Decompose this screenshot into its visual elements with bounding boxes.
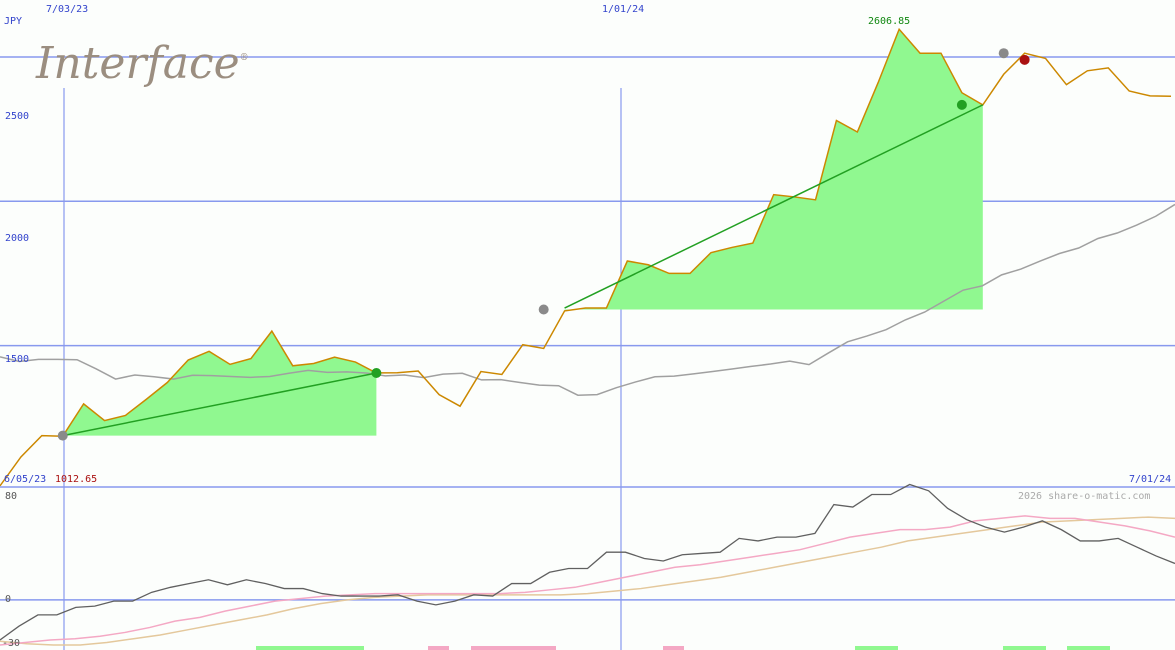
osc-bar-2 (320, 646, 342, 650)
registered-mark: ® (240, 53, 249, 63)
start-value-label: 1012.65 (55, 474, 97, 485)
osc-tick-80: 80 (5, 491, 17, 502)
peak-label: 2606.85 (868, 16, 910, 27)
signal-marker-4 (956, 99, 967, 110)
price-tick-2500: 2500 (5, 111, 29, 122)
price-tick-1500: 1500 (5, 354, 29, 365)
date-label-2: 1/01/24 (602, 4, 644, 15)
osc-slow-line (0, 516, 1175, 646)
gain-fill-1 (62, 331, 377, 437)
osc-bar-3 (428, 646, 449, 650)
osc-tick-minus30: -30 (2, 638, 20, 649)
signal-marker-6 (1019, 54, 1030, 65)
moving-average-line (0, 203, 1175, 396)
osc-bar-6 (855, 646, 898, 650)
signal-marker-1 (57, 430, 68, 441)
date-label-1: 7/03/23 (46, 4, 88, 15)
signal-marker-3 (538, 304, 549, 315)
logo: Interface® (35, 38, 249, 89)
osc-fast-line (0, 515, 1175, 646)
grid-lines (0, 56, 1175, 650)
osc-bar-7 (1003, 646, 1046, 650)
credit-label: 2026 share-o-matic.com (1018, 491, 1150, 502)
price-tick-2000: 2000 (5, 233, 29, 244)
osc-bar-1 (256, 646, 364, 650)
signal-marker-2 (371, 367, 382, 378)
gain-fill-2 (564, 29, 983, 311)
price-chart: Interface® JPY 7/03/23 1/01/24 2606.85 1… (0, 4, 1175, 650)
osc-tick-0: 0 (5, 594, 11, 605)
end-date-label: 7/01/24 (1129, 474, 1171, 485)
start-date-label: 6/05/23 (4, 474, 46, 485)
signal-marker-5 (998, 48, 1009, 59)
osc-bar-5 (663, 646, 684, 650)
series-lines (0, 27, 1175, 650)
osc-main-line (0, 483, 1175, 641)
currency-label: JPY (4, 16, 22, 27)
osc-bar-8 (1067, 646, 1110, 650)
osc-bar-4 (471, 646, 556, 650)
